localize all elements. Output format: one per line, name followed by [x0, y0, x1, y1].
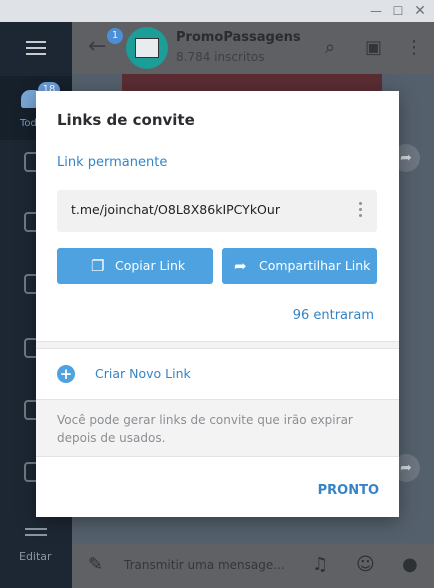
- window-titlebar: — ☐ ✕: [0, 0, 434, 22]
- share-link-label: Compartilhar Link: [259, 258, 371, 273]
- message-input[interactable]: Transmitir uma mensage...: [124, 558, 285, 572]
- more-options-icon[interactable]: ⋮: [405, 37, 423, 58]
- info-text: Você pode gerar links de convite que irã…: [57, 413, 353, 445]
- copy-icon: ❐: [91, 257, 105, 275]
- minimize-icon[interactable]: —: [367, 2, 385, 20]
- create-new-link-label: Criar Novo Link: [95, 366, 191, 381]
- copy-link-label: Copiar Link: [115, 258, 186, 273]
- back-arrow-icon[interactable]: ←: [88, 34, 106, 59]
- search-icon[interactable]: ⌕: [325, 37, 335, 58]
- maximize-icon[interactable]: ☐: [389, 2, 407, 20]
- plus-icon: +: [57, 365, 75, 383]
- share-link-button[interactable]: ➦ Compartilhar Link: [222, 248, 377, 284]
- channel-subscribers: 8.784 inscritos: [176, 50, 265, 64]
- invite-link-text[interactable]: t.me/joinchat/O8L8X86kIPCYkOur: [71, 202, 280, 217]
- done-button[interactable]: PRONTO: [318, 483, 379, 498]
- microphone-icon[interactable]: ●: [402, 554, 418, 575]
- emoji-icon[interactable]: ☺: [356, 554, 375, 575]
- info-box: Você pode gerar links de convite que irã…: [36, 399, 399, 457]
- dialog-title: Links de convite: [57, 111, 195, 129]
- create-new-link-row[interactable]: + Criar Novo Link: [36, 350, 399, 398]
- attach-icon[interactable]: ✎: [88, 554, 103, 575]
- invite-link-field[interactable]: t.me/joinchat/O8L8X86kIPCYkOur: [57, 190, 377, 232]
- channel-title[interactable]: PromoPassagens: [176, 30, 301, 45]
- close-icon[interactable]: ✕: [411, 2, 429, 20]
- comments-icon[interactable]: ▣: [365, 37, 382, 58]
- message-composer: ✎ Transmitir uma mensage... ♫ ☺ ●: [72, 544, 434, 588]
- link-options-icon[interactable]: [359, 202, 363, 220]
- menu-icon[interactable]: [26, 41, 46, 55]
- channel-avatar[interactable]: [126, 27, 168, 69]
- edit-folders-icon[interactable]: [25, 524, 47, 542]
- share-arrow-icon: ➦: [234, 257, 247, 275]
- edit-folders-label[interactable]: Editar: [19, 550, 52, 563]
- silent-bell-icon[interactable]: ♫: [312, 554, 328, 575]
- section-divider: [36, 341, 399, 349]
- invite-links-dialog: Links de convite Link permanente t.me/jo…: [36, 91, 399, 517]
- permanent-link-label: Link permanente: [57, 155, 168, 170]
- unread-badge: 1: [107, 28, 123, 44]
- joined-count-link[interactable]: 96 entraram: [293, 308, 374, 323]
- copy-link-button[interactable]: ❐ Copiar Link: [57, 248, 213, 284]
- chat-header: ← 1 PromoPassagens 8.784 inscritos ⌕ ▣ ⋮: [72, 22, 434, 74]
